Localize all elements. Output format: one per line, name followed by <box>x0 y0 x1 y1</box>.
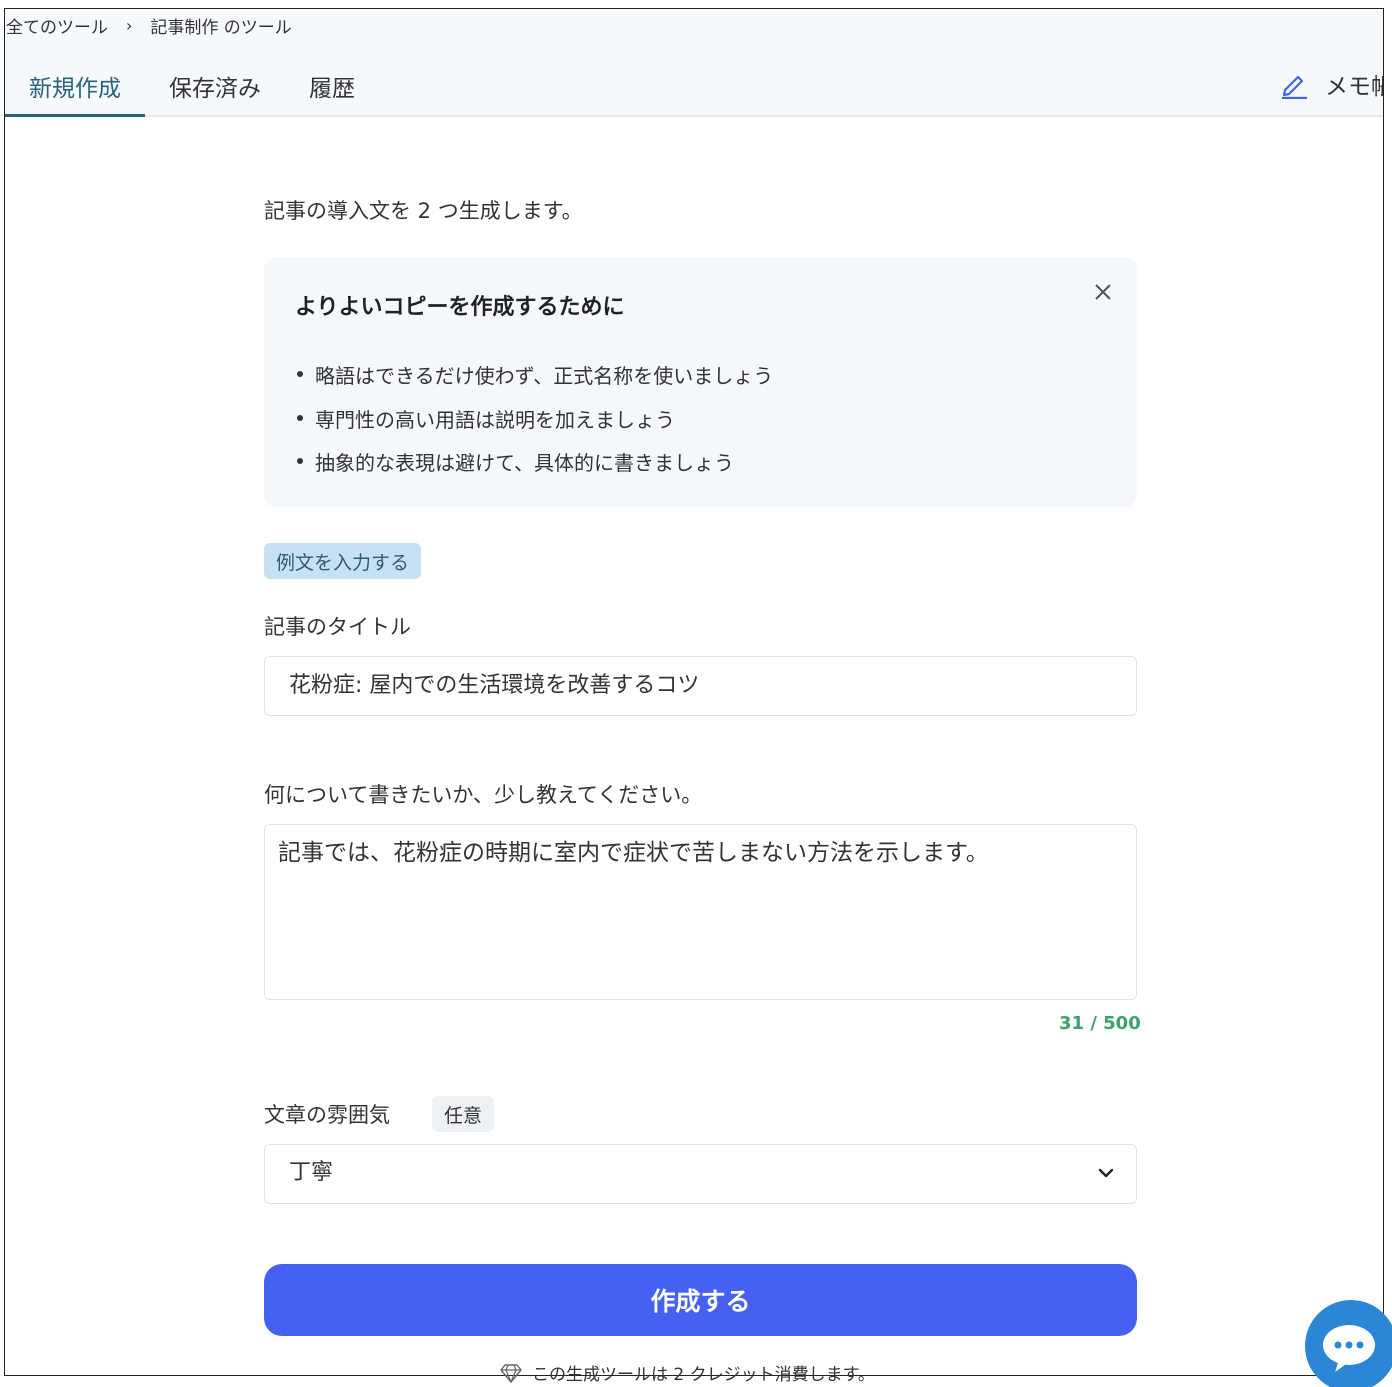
tip-item: 略語はできるだけ使わず、正式名称を使いましょう <box>295 360 773 389</box>
description-label: 何について書きたいか、少し教えてください。 <box>264 783 703 807</box>
top-bar: 全てのツール › 記事制作 のツール 新規作成 保存済み 履歴 メモ帳 <box>5 9 1383 117</box>
tab-saved[interactable]: 保存済み <box>145 59 285 117</box>
credit-text: この生成ツールは 2 クレジット消費します。 <box>532 1365 875 1385</box>
character-counter: 31 / 500 <box>1059 1013 1141 1034</box>
title-input[interactable]: 花粉症: 屋内での生活環境を改善するコツ <box>264 656 1137 716</box>
tip-item: 抽象的な表現は避けて、具体的に書きましょう <box>295 447 734 476</box>
tone-select[interactable]: 丁寧 <box>264 1144 1137 1204</box>
credit-note: この生成ツールは 2 クレジット消費します。 <box>500 1360 875 1385</box>
tone-selected-value: 丁寧 <box>289 1160 334 1185</box>
breadcrumb-separator: › <box>126 16 133 35</box>
tab-history[interactable]: 履歴 <box>285 59 379 117</box>
chevron-down-icon <box>1098 1168 1114 1178</box>
close-icon[interactable] <box>1092 281 1114 303</box>
title-label: 記事のタイトル <box>264 615 411 639</box>
breadcrumb-current: 記事制作 のツール <box>150 18 292 38</box>
intro-text: 記事の導入文を 2 つ生成します。 <box>264 199 583 223</box>
chat-icon <box>1323 1325 1375 1372</box>
memo-button[interactable]: メモ帳 <box>1279 67 1383 101</box>
tab-bar: 新規作成 保存済み 履歴 <box>5 59 379 117</box>
optional-badge: 任意 <box>432 1096 495 1132</box>
memo-label: メモ帳 <box>1325 74 1383 100</box>
breadcrumb: 全てのツール › 記事制作 のツール <box>6 13 292 38</box>
tip-item: 専門性の高い用語は説明を加えましょう <box>295 404 675 433</box>
tab-new[interactable]: 新規作成 <box>5 59 145 117</box>
tone-label: 文章の雰囲気 <box>264 1103 390 1127</box>
app-frame: 全てのツール › 記事制作 のツール 新規作成 保存済み 履歴 メモ帳 記事の導… <box>4 8 1384 1376</box>
chat-button[interactable] <box>1305 1300 1392 1387</box>
pencil-icon <box>1282 75 1307 99</box>
tips-title: よりよいコピーを作成するために <box>295 295 625 320</box>
create-button[interactable]: 作成する <box>264 1264 1137 1336</box>
description-textarea[interactable]: 記事では、花粉症の時期に室内で症状で苦しまない方法を示します。 <box>264 824 1137 1000</box>
example-input-button[interactable]: 例文を入力する <box>264 543 422 579</box>
diamond-icon <box>500 1363 522 1383</box>
breadcrumb-root[interactable]: 全てのツール <box>6 13 108 38</box>
